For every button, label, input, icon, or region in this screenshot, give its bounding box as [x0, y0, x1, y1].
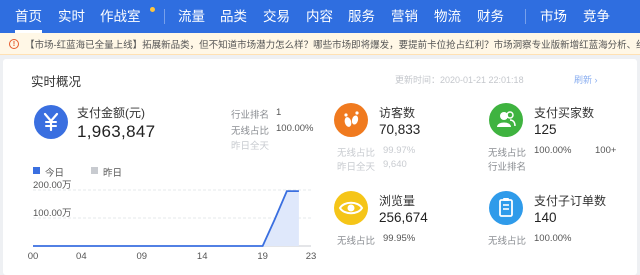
visitors-wireless-value: 99.97% [383, 145, 416, 156]
notice-text[interactable]: 【市场-红蓝海已全量上线】拓展新品类，但不知道市场潜力怎么样？哪些市场即将爆发，… [25, 37, 640, 51]
x-tick-label: 00 [28, 251, 39, 262]
visitors-yesterday-label: 昨日全天 [337, 162, 376, 173]
y-tick-label: 100.00万 [33, 208, 72, 219]
nav-item-content[interactable]: 内容 [306, 0, 333, 33]
realtime-overview-card: 实时概况 更新时间：2020-01-21 22:01:18 刷新 › 支付金额(… [3, 59, 637, 275]
nav-item-traffic[interactable]: 流量 [178, 0, 205, 33]
nav-item-home[interactable]: 首页 [15, 0, 42, 33]
visitors-value: 70,833 [379, 122, 421, 137]
buyers-rank-value: 100+ [595, 145, 617, 156]
new-dot-badge [150, 7, 155, 12]
buyers-icon [489, 103, 523, 137]
visitors-wireless-label: 无线占比 [337, 148, 376, 159]
nav-divider [525, 9, 526, 24]
nav-item-war-room[interactable]: 作战室 [100, 0, 141, 33]
alert-icon: ! [9, 38, 19, 49]
x-tick-label: 04 [76, 251, 87, 262]
visitors-yesterday-value: 9,640 [383, 159, 407, 170]
buyers-wireless-value: 100.00% [534, 145, 572, 156]
suborders-label: 支付子订单数 [534, 194, 607, 208]
nav-item-finance[interactable]: 财务 [477, 0, 504, 33]
x-tick-label: 09 [136, 251, 147, 262]
series-area-today [33, 191, 299, 246]
suborders-value: 140 [534, 210, 557, 225]
top-nav: 首页 实时 作战室 流量 品类 交易 内容 服务 营销 物流 财务 市场 竞争 [0, 0, 640, 33]
suborders-wireless-value: 100.00% [534, 233, 572, 244]
nav-divider [164, 9, 165, 24]
nav-item-competition[interactable]: 竞争 [583, 0, 610, 33]
nav-item-trade[interactable]: 交易 [263, 0, 290, 33]
notice-bar[interactable]: ! 【市场-红蓝海已全量上线】拓展新品类，但不知道市场潜力怎么样？哪些市场即将爆… [0, 33, 640, 55]
series-line-today [33, 190, 299, 247]
pageviews-wireless-value: 99.95% [383, 233, 416, 244]
nav-item-realtime[interactable]: 实时 [58, 0, 85, 33]
pageviews-label: 浏览量 [379, 194, 416, 208]
visitors-label: 访客数 [379, 106, 416, 120]
eye-icon [334, 191, 368, 225]
suborders-wireless-label: 无线占比 [488, 236, 527, 247]
x-tick-label: 14 [197, 251, 208, 262]
x-tick-label: 23 [306, 251, 317, 262]
buyers-label: 支付买家数 [534, 106, 595, 120]
nav-item-market[interactable]: 市场 [540, 0, 567, 33]
y-tick-label: 200.00万 [33, 180, 72, 191]
x-tick-label: 19 [257, 251, 268, 262]
pageviews-wireless-label: 无线占比 [337, 236, 376, 247]
footprint-icon [334, 103, 368, 137]
order-icon [489, 191, 523, 225]
nav-item-marketing[interactable]: 营销 [391, 0, 418, 33]
nav-item-logistics[interactable]: 物流 [434, 0, 461, 33]
buyers-rank-label: 行业排名 [488, 162, 527, 173]
pageviews-value: 256,674 [379, 210, 428, 225]
buyers-value: 125 [534, 122, 557, 137]
buyers-wireless-label: 无线占比 [488, 148, 527, 159]
nav-item-service[interactable]: 服务 [348, 0, 375, 33]
nav-item-category[interactable]: 品类 [220, 0, 247, 33]
